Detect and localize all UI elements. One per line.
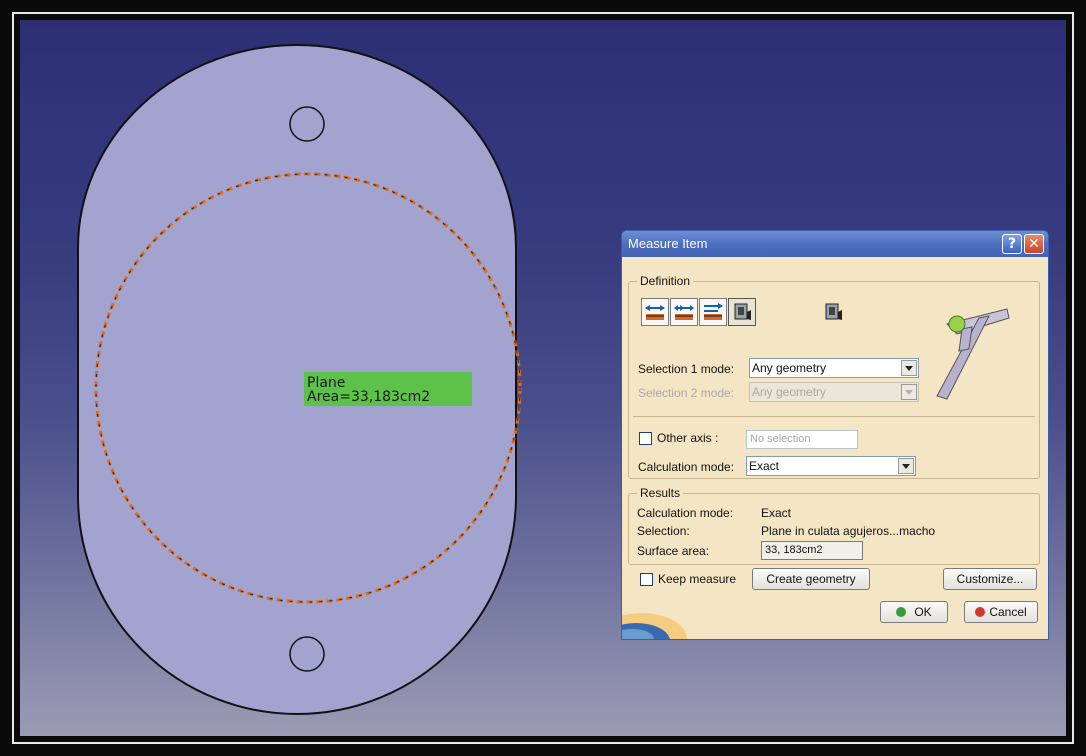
result-calc-mode-value: Exact: [761, 506, 792, 520]
caliper-illustration: [936, 308, 1010, 400]
measure-item-dialog: Measure Item ? ✕ Definition Selection 1 …: [621, 230, 1049, 640]
definition-group-title: Definition: [637, 274, 694, 288]
ok-label: OK: [914, 605, 932, 619]
close-icon[interactable]: ✕: [1024, 234, 1044, 254]
ok-icon: [896, 607, 907, 617]
cancel-icon: [975, 607, 986, 617]
dialog-title: Measure Item: [628, 236, 708, 251]
selection2-value: Any geometry: [752, 385, 827, 399]
cancel-label: Cancel: [989, 605, 1027, 619]
help-icon[interactable]: ?: [1002, 234, 1022, 254]
keep-measure-label: Keep measure: [658, 572, 737, 586]
selection1-label: Selection 1 mode:: [638, 362, 735, 376]
surface-area-label: Surface area:: [637, 544, 710, 558]
measure-thickness-icon[interactable]: [819, 298, 847, 326]
surface-area-value: 33, 183cm2: [765, 544, 823, 556]
chevron-down-icon[interactable]: [901, 360, 917, 376]
other-axis-checkbox[interactable]: [639, 432, 652, 445]
result-selection-value: Plane in culata agujeros...macho: [761, 524, 936, 538]
annotation-line-2: Area=33,183cm2: [307, 389, 431, 405]
definition-group: Definition Selection 1 mode: Any geometr…: [628, 274, 1040, 479]
selection1-value: Any geometry: [752, 361, 827, 375]
other-axis-label: Other axis :: [657, 431, 719, 445]
results-group-title: Results: [637, 486, 684, 500]
calc-mode-label: Calculation mode:: [638, 460, 735, 474]
ok-button[interactable]: OK: [880, 601, 948, 623]
calc-mode-value: Exact: [749, 459, 780, 473]
screenshot-frame: Plane Area=33,183cm2 Measure Item ? ✕ De…: [0, 0, 1086, 756]
results-group: Results Calculation mode: Exact Selectio…: [628, 486, 1040, 565]
result-calc-mode-label: Calculation mode:: [637, 506, 734, 520]
calc-mode-combo[interactable]: Exact: [746, 456, 916, 476]
selection1-combo[interactable]: Any geometry: [749, 358, 919, 378]
cancel-button[interactable]: Cancel: [964, 601, 1038, 623]
separator: [633, 416, 1035, 417]
keep-measure-checkbox[interactable]: [640, 573, 653, 586]
annotation-line-1: Plane: [307, 375, 346, 391]
area-annotation: Plane Area=33,183cm2: [304, 372, 472, 406]
measure-item-icon[interactable]: [728, 298, 756, 326]
create-geometry-button[interactable]: Create geometry: [752, 568, 870, 590]
surface-area-field: 33, 183cm2: [761, 541, 863, 560]
other-axis-field[interactable]: No selection: [746, 430, 858, 449]
chevron-down-icon[interactable]: [898, 458, 914, 474]
catia-globe-icon: [622, 613, 687, 639]
dialog-titlebar[interactable]: Measure Item ? ✕: [622, 231, 1048, 257]
other-axis-placeholder: No selection: [750, 433, 811, 445]
measure-chain-icon[interactable]: [670, 298, 698, 326]
result-selection-label: Selection:: [637, 524, 690, 538]
selection2-label: Selection 2 mode:: [638, 386, 735, 400]
measure-between-icon[interactable]: [641, 298, 669, 326]
selection2-combo[interactable]: Any geometry: [749, 382, 919, 402]
measure-fan-icon[interactable]: [699, 298, 727, 326]
customize-button[interactable]: Customize...: [943, 568, 1037, 590]
chevron-down-icon[interactable]: [901, 384, 917, 400]
